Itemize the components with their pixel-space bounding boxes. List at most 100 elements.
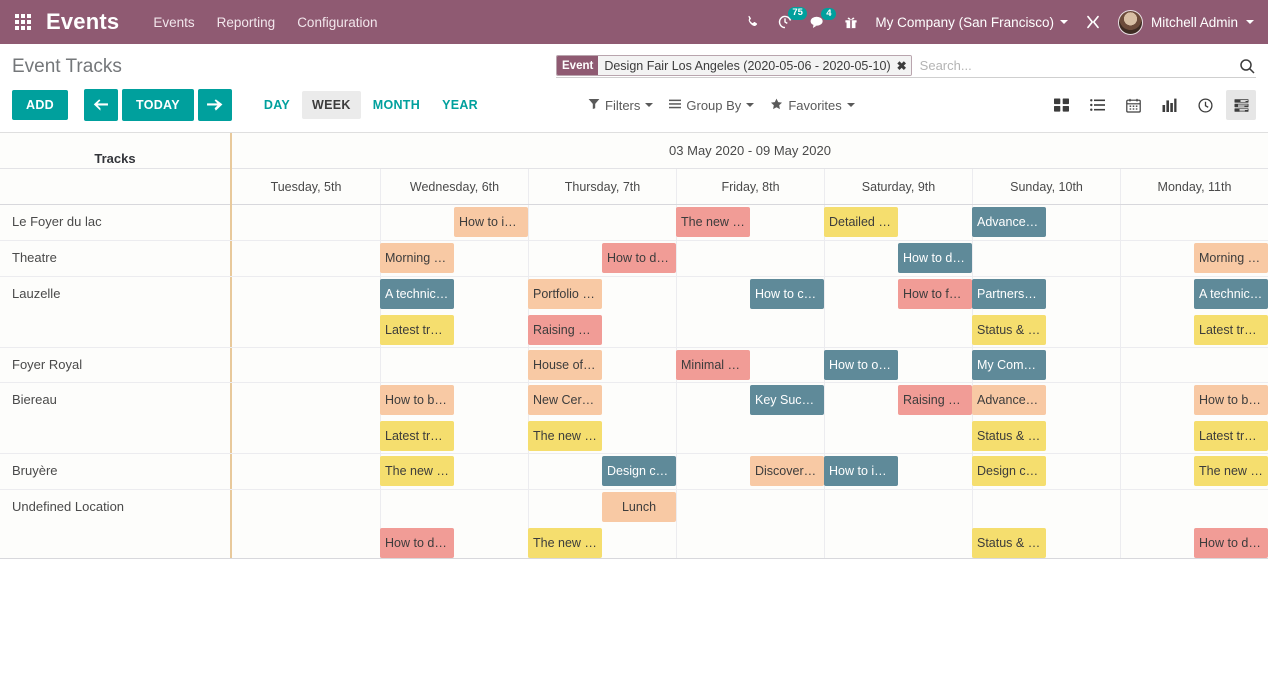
gantt-task-pill[interactable]: Morning … bbox=[1194, 243, 1268, 273]
gantt-column-divider bbox=[1120, 383, 1121, 453]
kanban-view-icon[interactable] bbox=[1046, 90, 1076, 120]
remove-facet-icon[interactable]: ✖ bbox=[897, 59, 907, 73]
search-bar[interactable]: Event Design Fair Los Angeles (2020-05-0… bbox=[556, 54, 1256, 78]
gantt-task-pill[interactable]: Advanced… bbox=[972, 207, 1046, 237]
search-input[interactable] bbox=[912, 58, 1238, 73]
gantt-task-pill[interactable]: Key Succ… bbox=[750, 385, 824, 415]
menu-item-configuration[interactable]: Configuration bbox=[297, 15, 377, 30]
gantt-task-pill[interactable]: The new … bbox=[528, 421, 602, 451]
gantt-task-pill[interactable]: Portfolio … bbox=[528, 279, 602, 309]
gantt-task-pill[interactable]: Design co… bbox=[602, 456, 676, 486]
scale-day[interactable]: DAY bbox=[254, 91, 300, 119]
gantt-task-pill[interactable]: House of … bbox=[528, 350, 602, 380]
gantt-row-cells[interactable]: Lunch How to d… The new … Status & … How to … bbox=[232, 490, 1268, 558]
gantt-row-cells[interactable]: Morning … How to d… How to d… Morning … bbox=[232, 241, 1268, 276]
menu-item-events[interactable]: Events bbox=[153, 15, 194, 30]
avatar bbox=[1118, 10, 1143, 35]
filters-label: Filters bbox=[605, 98, 640, 113]
gantt-column-divider bbox=[676, 454, 677, 489]
gift-icon[interactable] bbox=[844, 15, 858, 30]
group-by-dropdown[interactable]: Group By bbox=[669, 98, 754, 113]
next-period-button[interactable] bbox=[198, 89, 232, 121]
gantt-task-pill[interactable]: Morning … bbox=[380, 243, 454, 273]
gantt-row-label: Le Foyer du lac bbox=[0, 205, 232, 240]
gantt-column-divider bbox=[1120, 490, 1121, 558]
gantt-task-pill[interactable]: How to fo… bbox=[898, 279, 972, 309]
apps-menu-button[interactable] bbox=[0, 14, 46, 30]
gantt-task-pill[interactable]: Discover … bbox=[750, 456, 824, 486]
user-name: Mitchell Admin bbox=[1151, 15, 1238, 30]
gantt-row: Undefined Location Lunch How to d… The new … bbox=[0, 490, 1268, 558]
gantt-column-divider bbox=[824, 241, 825, 276]
gantt-task-pill[interactable]: My Comp… bbox=[972, 350, 1046, 380]
gantt-task-pill[interactable]: How to c… bbox=[750, 279, 824, 309]
gantt-day-column-header: Monday, 11th bbox=[1120, 169, 1268, 204]
gantt-task-pill[interactable]: Raising q… bbox=[898, 385, 972, 415]
gantt-task-pill[interactable]: Status & … bbox=[972, 528, 1046, 558]
gantt-task-pill[interactable]: A technic… bbox=[1194, 279, 1268, 309]
gantt-task-pill[interactable]: A technic… bbox=[380, 279, 454, 309]
gantt-task-pill[interactable]: How to d… bbox=[1194, 528, 1268, 558]
prev-period-button[interactable] bbox=[84, 89, 118, 121]
gantt-task-pill[interactable]: How to b… bbox=[1194, 385, 1268, 415]
gantt-task-pill[interactable]: The new … bbox=[676, 207, 750, 237]
wrench-tools-icon[interactable] bbox=[1085, 14, 1101, 30]
gantt-task-pill[interactable]: The new … bbox=[528, 528, 602, 558]
gantt-task-pill[interactable]: Raising q… bbox=[528, 315, 602, 345]
scale-week[interactable]: WEEK bbox=[302, 91, 361, 119]
gantt-task-pill[interactable]: How to d… bbox=[380, 528, 454, 558]
gantt-day-column-header: Saturday, 9th bbox=[824, 169, 972, 204]
phone-icon[interactable] bbox=[745, 15, 760, 30]
filters-dropdown[interactable]: Filters bbox=[588, 98, 653, 113]
gantt-task-pill[interactable]: Latest tre… bbox=[1194, 421, 1268, 451]
gantt-task-pill[interactable]: Partnersh… bbox=[972, 279, 1046, 309]
gantt-task-pill[interactable]: How to d… bbox=[898, 243, 972, 273]
list-view-icon[interactable] bbox=[1082, 90, 1112, 120]
gantt-row-label: Undefined Location bbox=[0, 490, 232, 558]
gantt-task-pill[interactable]: Status & … bbox=[972, 315, 1046, 345]
gantt-row-cells[interactable]: House of … Minimal b… How to o… My Comp… bbox=[232, 348, 1268, 382]
add-button[interactable]: ADD bbox=[12, 90, 68, 120]
scale-year[interactable]: YEAR bbox=[432, 91, 488, 119]
company-switcher[interactable]: My Company (San Francisco) bbox=[875, 15, 1068, 30]
date-navigation: TODAY bbox=[84, 89, 232, 121]
graph-view-icon[interactable] bbox=[1154, 90, 1184, 120]
gantt-task-pill[interactable]: Lunch bbox=[602, 492, 676, 522]
activity-clock-icon[interactable]: 75 bbox=[777, 14, 793, 30]
gantt-row-cells[interactable]: The new … Design co… Discover …How to i… De… bbox=[232, 454, 1268, 489]
gantt-task-pill[interactable]: How to b… bbox=[380, 385, 454, 415]
facet-value-wrapper: Design Fair Los Angeles (2020-05-06 - 20… bbox=[598, 56, 910, 75]
search-facet-event[interactable]: Event Design Fair Los Angeles (2020-05-0… bbox=[556, 55, 912, 76]
gantt-view-icon[interactable] bbox=[1226, 90, 1256, 120]
search-icon[interactable] bbox=[1238, 57, 1256, 75]
gantt-task-pill[interactable]: How to i… bbox=[824, 456, 898, 486]
gantt-task-pill[interactable]: Latest tre… bbox=[380, 315, 454, 345]
gantt-row: Foyer RoyalHouse of …Minimal b…How to o…… bbox=[0, 348, 1268, 383]
gantt-task-pill[interactable]: How to in… bbox=[454, 207, 528, 237]
gantt-task-pill[interactable]: The new … bbox=[380, 456, 454, 486]
today-button[interactable]: TODAY bbox=[122, 89, 194, 121]
gantt-row-cells[interactable]: A technic… Latest tre… Portfolio … Raising … bbox=[232, 277, 1268, 347]
activity-view-icon[interactable] bbox=[1190, 90, 1220, 120]
favorites-dropdown[interactable]: Favorites bbox=[770, 98, 854, 113]
gantt-task-pill[interactable]: New Certi… bbox=[528, 385, 602, 415]
gantt-task-pill[interactable]: How to o… bbox=[824, 350, 898, 380]
messages-icon[interactable]: 4 bbox=[810, 15, 827, 30]
gantt-task-pill[interactable]: Status & … bbox=[972, 421, 1046, 451]
scale-month[interactable]: MONTH bbox=[363, 91, 430, 119]
gantt-task-pill[interactable]: How to d… bbox=[602, 243, 676, 273]
gantt-row-cells[interactable]: How to b… Latest tre… New Certi… The new … K… bbox=[232, 383, 1268, 453]
gantt-task-pill[interactable]: Design co… bbox=[972, 456, 1046, 486]
gantt-column-divider bbox=[824, 490, 825, 558]
gantt-task-pill[interactable]: Detailed r… bbox=[824, 207, 898, 237]
gantt-task-pill[interactable]: Latest tre… bbox=[1194, 315, 1268, 345]
calendar-view-icon[interactable] bbox=[1118, 90, 1148, 120]
gantt-row-cells[interactable]: How to in… The new … Detailed r… Advanced… bbox=[232, 205, 1268, 240]
gantt-task-pill[interactable]: Latest tre… bbox=[380, 421, 454, 451]
gantt-task-pill[interactable]: The new … bbox=[1194, 456, 1268, 486]
gantt-task-pill[interactable]: Minimal b… bbox=[676, 350, 750, 380]
gantt-row-label: Bruyère bbox=[0, 454, 232, 489]
gantt-task-pill[interactable]: Advanced… bbox=[972, 385, 1046, 415]
menu-item-reporting[interactable]: Reporting bbox=[217, 15, 276, 30]
user-menu[interactable]: Mitchell Admin bbox=[1118, 10, 1254, 35]
